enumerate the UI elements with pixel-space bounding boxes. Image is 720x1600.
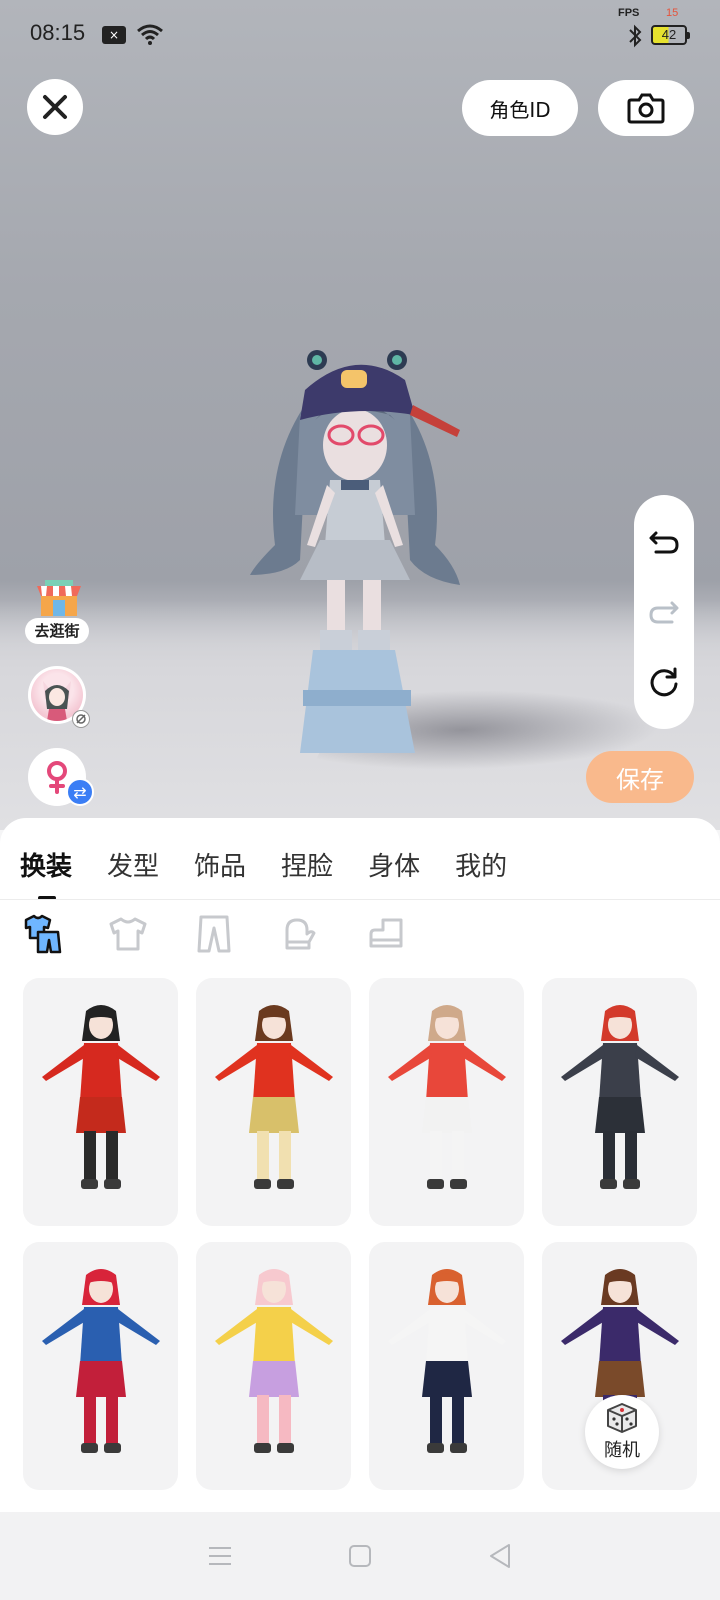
nav-back-button[interactable] — [480, 1536, 520, 1576]
outfit-card[interactable] — [196, 1242, 351, 1490]
outfit-card[interactable] — [369, 978, 524, 1226]
shoes-icon — [369, 918, 403, 948]
redo-icon — [649, 601, 679, 624]
tab-mine[interactable]: 我的 — [455, 818, 507, 898]
tab-outfit[interactable]: 换装 — [20, 818, 72, 900]
gloves-icon — [285, 918, 316, 950]
tab-face[interactable]: 捏脸 — [281, 818, 333, 898]
tab-body[interactable]: 身体 — [368, 818, 420, 898]
status-time: 08:15 — [30, 20, 86, 45]
red-chinese-dress-outfit-preview — [41, 1005, 160, 1189]
avatar-stage[interactable]: 08:15 × FPS 15 42 角色ID 保存 去逛街 ⇄ — [0, 0, 720, 830]
pink-cat-costume-outfit-preview — [214, 1269, 333, 1453]
camera-button[interactable] — [598, 80, 694, 136]
outfit-card[interactable] — [23, 1242, 178, 1490]
close-button[interactable] — [27, 79, 83, 135]
go-shopping-button[interactable]: 去逛街 — [25, 578, 89, 644]
subcategory-bar — [20, 912, 450, 962]
tab-accessories[interactable]: 饰品 — [194, 818, 246, 898]
outfit-card[interactable] — [196, 978, 351, 1226]
home-icon — [349, 1545, 371, 1567]
undo-icon — [649, 531, 679, 554]
outfit-set-icon — [24, 914, 62, 954]
subcat-gloves[interactable] — [278, 912, 322, 956]
notification-icon: × — [102, 26, 126, 44]
outfit-card[interactable] — [23, 978, 178, 1226]
save-button[interactable]: 保存 — [586, 751, 694, 803]
red-coat-beret-outfit-preview — [214, 1005, 333, 1189]
swap-icon: ⇄ — [66, 778, 94, 806]
role-id-button[interactable]: 角色ID — [462, 80, 578, 136]
subcat-tops[interactable] — [106, 912, 150, 956]
blue-red-hero-suit-outfit-preview — [41, 1269, 160, 1453]
menu-icon — [209, 1547, 231, 1565]
close-icon — [43, 95, 67, 119]
shop-icon — [37, 580, 81, 616]
reset-button[interactable] — [644, 662, 684, 702]
top-shirt-icon — [109, 917, 147, 951]
wifi-icon — [137, 24, 163, 45]
tab-divider — [0, 899, 720, 900]
dice-icon — [607, 1403, 637, 1433]
hidden-badge-icon — [72, 710, 90, 728]
go-shopping-label: 去逛街 — [25, 618, 89, 644]
tab-hairstyle[interactable]: 发型 — [107, 818, 159, 898]
random-label: 随机 — [604, 1440, 640, 1461]
category-tabs: 换装 发型 饰品 捏脸 身体 我的 — [0, 818, 720, 900]
fps-value: 15 — [666, 7, 679, 19]
back-icon — [490, 1544, 510, 1568]
white-red-winter-outfit-preview — [387, 1005, 506, 1189]
subcat-outfit-set[interactable] — [20, 912, 64, 956]
gender-switch-button[interactable]: ⇄ — [28, 748, 94, 806]
reset-icon — [650, 667, 678, 697]
outfit-card[interactable] — [542, 978, 697, 1226]
saved-avatar-button[interactable] — [28, 666, 90, 728]
nav-menu-button[interactable] — [200, 1536, 240, 1576]
undo-button[interactable] — [644, 522, 684, 562]
random-button[interactable]: 随机 — [585, 1395, 659, 1469]
nav-home-button[interactable] — [340, 1536, 380, 1576]
black-tactical-suit-outfit-preview — [560, 1005, 679, 1189]
outfit-card[interactable] — [369, 1242, 524, 1490]
pants-icon — [197, 915, 231, 953]
battery-indicator: 42 — [651, 25, 690, 45]
subcat-bottoms[interactable] — [192, 912, 236, 956]
camera-icon — [627, 93, 665, 124]
avatar-character[interactable] — [245, 345, 465, 765]
edit-controls-panel — [634, 495, 694, 729]
fps-label: FPS — [618, 7, 640, 19]
redo-button[interactable] — [644, 592, 684, 632]
system-nav-bar — [0, 1512, 720, 1600]
status-bar: 08:15 × FPS 15 42 — [0, 0, 720, 70]
bluetooth-icon — [629, 24, 642, 48]
subcat-shoes[interactable] — [364, 912, 408, 956]
white-tee-track-pants-outfit-preview — [387, 1269, 506, 1453]
